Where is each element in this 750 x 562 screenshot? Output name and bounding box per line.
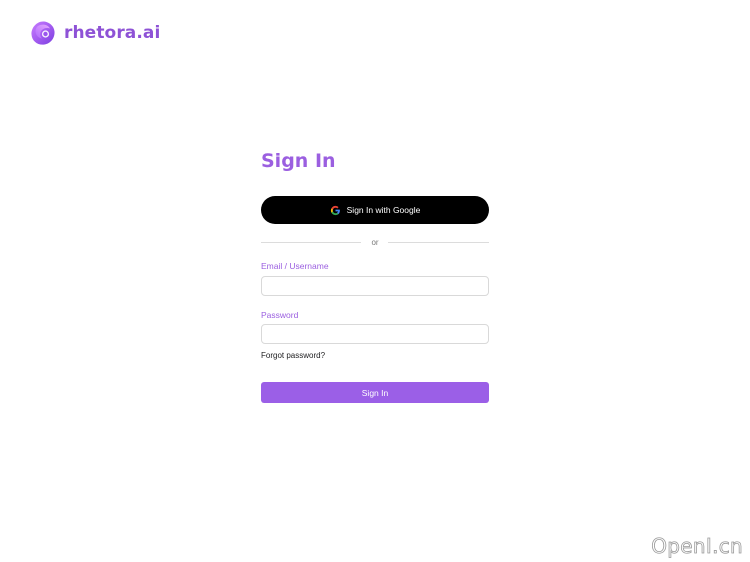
google-button-label: Sign In with Google (346, 205, 421, 215)
sign-in-button[interactable]: Sign In (261, 382, 489, 403)
page-title: Sign In (261, 150, 336, 172)
google-icon (330, 205, 340, 215)
forgot-password-link[interactable]: Forgot password? (261, 351, 325, 360)
email-field[interactable] (261, 276, 489, 296)
password-field[interactable] (261, 324, 489, 344)
brand-name: rhetora.ai (64, 23, 161, 43)
or-divider: or (261, 236, 489, 248)
email-label: Email / Username (261, 261, 329, 271)
password-label: Password (261, 310, 299, 320)
divider-text: or (371, 237, 379, 247)
google-sign-in-button[interactable]: Sign In with Google (261, 196, 489, 224)
rhetora-logo-icon (31, 21, 55, 45)
watermark: OpenI.cn (651, 534, 743, 559)
sign-in-form: Sign In Sign In with Google or Email / U… (261, 148, 489, 403)
brand-logo[interactable]: rhetora.ai (30, 20, 160, 46)
